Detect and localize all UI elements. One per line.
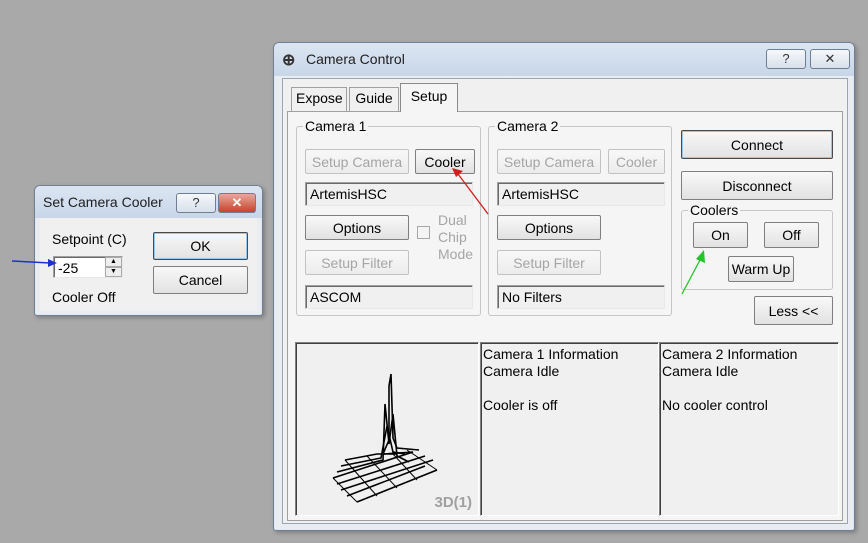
dual-chip-label-3: Mode [438, 246, 474, 262]
dual-chip-label-2: Chip [438, 229, 467, 245]
camera-control-title: Camera Control [306, 51, 405, 67]
camera2-options-button[interactable]: Options [497, 215, 601, 240]
camera1-filter-field: ASCOM [305, 285, 473, 309]
setpoint-label: Setpoint (C) [52, 231, 127, 247]
coolers-group-label: Coolers [688, 202, 741, 218]
cooler-off-button[interactable]: Off [764, 222, 819, 248]
camera1-setup-filter-button[interactable]: Setup Filter [305, 250, 409, 275]
camera-control-help-button[interactable]: ? [766, 49, 806, 69]
camera2-cooler-button[interactable]: Cooler [608, 149, 665, 174]
camera2-info-cooler: No cooler control [662, 397, 768, 413]
cancel-button[interactable]: Cancel [153, 266, 248, 294]
camera-control-window: ⊕ Camera Control ? ✕ Expose Guide Setup … [273, 42, 855, 531]
green-arrow-annotation [681, 250, 705, 295]
connect-label: Connect [730, 136, 784, 153]
warm-up-button[interactable]: Warm Up [728, 256, 794, 282]
cooler-dialog-titlebar[interactable]: Set Camera Cooler ? ✕ [35, 186, 262, 218]
camera2-setup-filter-button[interactable]: Setup Filter [497, 250, 601, 275]
disconnect-button[interactable]: Disconnect [681, 171, 833, 200]
camera2-info-state: Camera Idle [662, 363, 739, 379]
plot-label: 3D(1) [434, 494, 472, 511]
cooler-dialog-title: Set Camera Cooler [43, 194, 163, 210]
camera-control-titlebar[interactable]: ⊕ Camera Control ? ✕ [274, 43, 854, 76]
tab-setup[interactable]: Setup [400, 83, 458, 112]
set-camera-cooler-dialog: Set Camera Cooler ? ✕ Setpoint (C) -25 ▲… [34, 185, 263, 316]
camera1-options-button[interactable]: Options [305, 215, 409, 240]
camera1-group-label: Camera 1 [303, 118, 369, 134]
cooler-status-label: Cooler Off [52, 289, 116, 305]
camera2-filter-field: No Filters [497, 285, 665, 309]
camera1-info-state: Camera Idle [483, 363, 560, 379]
cooler-dialog-close-button[interactable]: ✕ [218, 193, 256, 213]
camera2-setup-camera-button[interactable]: Setup Camera [497, 149, 601, 174]
setpoint-spin-down[interactable]: ▼ [105, 267, 122, 277]
camera-control-close-button[interactable]: ✕ [810, 49, 850, 69]
connect-button[interactable]: Connect [681, 130, 833, 159]
plot-3d-panel: 3D(1) [295, 342, 479, 516]
camera-app-icon: ⊕ [282, 52, 296, 69]
tab-guide[interactable]: Guide [349, 87, 399, 111]
disconnect-label: Disconnect [722, 177, 792, 194]
red-arrow-annotation [452, 168, 489, 215]
tab-expose[interactable]: Expose [291, 87, 347, 111]
ok-button[interactable]: OK [153, 232, 248, 260]
camera2-info-panel: Camera 2 Information Camera Idle No cool… [659, 342, 839, 516]
camera-control-client: Expose Guide Setup Camera 1 Setup Camera… [282, 78, 848, 524]
psf-3d-plot [332, 373, 438, 503]
cooler-dialog-client: Setpoint (C) -25 ▲ ▼ Cooler Off OK Cance… [40, 218, 257, 310]
setpoint-spin-up[interactable]: ▲ [105, 257, 122, 267]
setup-tab-page: Camera 1 Setup Camera Cooler ArtemisHSC … [287, 111, 843, 521]
blue-arrow-annotation [11, 259, 57, 267]
camera1-info-title: Camera 1 Information [483, 346, 619, 362]
camera1-setup-camera-button[interactable]: Setup Camera [305, 149, 409, 174]
camera2-info-title: Camera 2 Information [662, 346, 798, 362]
camera2-name-field: ArtemisHSC [497, 182, 665, 206]
less-button[interactable]: Less << [754, 296, 833, 325]
dual-chip-mode-checkbox[interactable] [417, 226, 430, 239]
camera1-info-panel: Camera 1 Information Camera Idle Cooler … [480, 342, 659, 516]
cooler-on-button[interactable]: On [693, 222, 748, 248]
setpoint-value: -25 [58, 260, 79, 276]
cooler-dialog-help-button[interactable]: ? [176, 193, 216, 213]
camera2-group-label: Camera 2 [495, 118, 561, 134]
camera1-info-cooler: Cooler is off [483, 397, 558, 413]
